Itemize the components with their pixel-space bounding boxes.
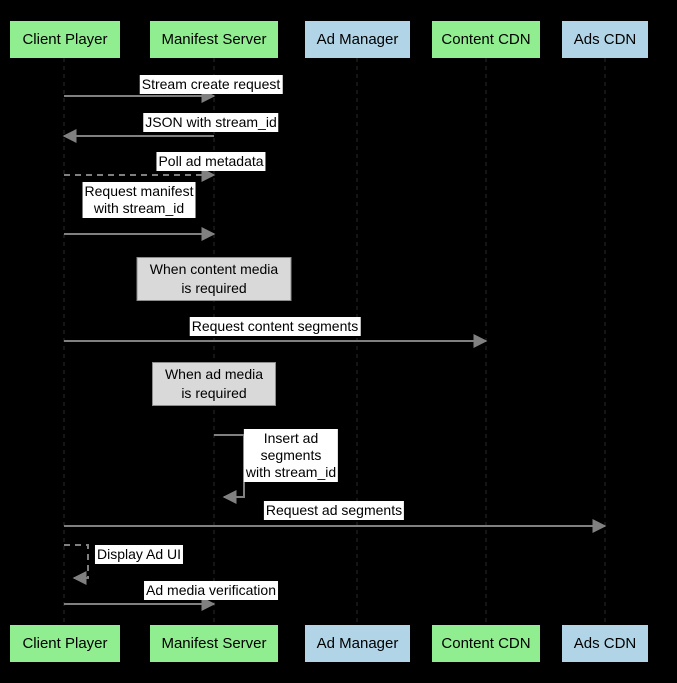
actor-label: Ads CDN <box>573 31 637 48</box>
message-label-text: JSON with stream_id <box>145 114 277 130</box>
sequence-diagram: Client Player Manifest Server Ad Manager Co… <box>0 0 677 683</box>
message-label-text: Request manifest with stream_id <box>84 183 194 216</box>
message-label-text: Poll ad metadata <box>158 153 264 169</box>
actor-box-ad-manager-header: Ad Manager <box>305 21 410 58</box>
note-text: When content media is required <box>149 261 279 296</box>
message-label-request-ad-segments: Request ad segments <box>263 501 405 520</box>
actor-label: Ad Manager <box>316 635 399 652</box>
message-label-poll-ad-metadata: Poll ad metadata <box>156 152 266 171</box>
message-label-text: Display Ad UI <box>96 546 182 562</box>
sequence-diagram-canvas <box>62 58 607 625</box>
note-content-media: When content media is required <box>136 257 292 301</box>
actor-box-content-cdn-footer: Content CDN <box>432 625 540 662</box>
actor-box-ads-cdn-footer: Ads CDN <box>562 625 648 662</box>
actor-label: Ads CDN <box>573 635 637 652</box>
actor-box-client-player-footer: Client Player <box>10 625 120 662</box>
message-label-request-manifest: Request manifest with stream_id <box>82 182 196 218</box>
actor-box-ads-cdn-header: Ads CDN <box>562 21 648 58</box>
message-label-insert-ad-segments: Insert ad segments with stream_id <box>243 429 339 482</box>
actor-box-client-player-header: Client Player <box>10 21 120 58</box>
actor-box-content-cdn-header: Content CDN <box>432 21 540 58</box>
message-label-ad-media-verification: Ad media verification <box>144 581 278 600</box>
actor-label: Client Player <box>22 635 108 652</box>
actor-label: Client Player <box>22 31 108 48</box>
actor-box-ad-manager-footer: Ad Manager <box>305 625 410 662</box>
message-label-text: Request ad segments <box>265 502 403 518</box>
message-arrow-insert-ad-segments <box>214 434 245 504</box>
message-label-request-content-segments: Request content segments <box>189 317 361 336</box>
message-arrows-group <box>62 89 607 611</box>
message-arrow-display-ad-ui <box>64 544 89 585</box>
actor-label: Ad Manager <box>316 31 399 48</box>
message-label-stream-create-request: Stream create request <box>139 75 283 94</box>
message-label-display-ad-ui: Display Ad UI <box>94 545 184 564</box>
actor-label: Manifest Server <box>161 31 267 48</box>
actor-box-manifest-server-header: Manifest Server <box>150 21 278 58</box>
message-label-text: Insert ad segments with stream_id <box>245 430 337 480</box>
message-label-json-with-stream-id: JSON with stream_id <box>143 113 279 132</box>
note-text: When ad media is required <box>164 366 264 401</box>
note-ad-media: When ad media is required <box>152 362 276 406</box>
actor-box-manifest-server-footer: Manifest Server <box>150 625 278 662</box>
message-label-text: Stream create request <box>141 76 281 92</box>
actor-label: Manifest Server <box>161 635 267 652</box>
message-label-text: Ad media verification <box>146 582 276 598</box>
message-label-text: Request content segments <box>191 318 359 334</box>
actor-label: Content CDN <box>441 635 531 652</box>
actor-label: Content CDN <box>441 31 531 48</box>
